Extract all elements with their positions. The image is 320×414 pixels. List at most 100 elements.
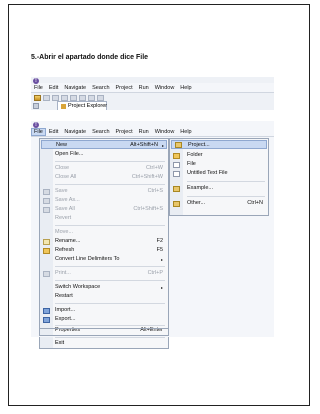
menu-project[interactable]: Project: [113, 129, 136, 135]
new-wizard-icon[interactable]: [34, 95, 41, 101]
rename-icon: [43, 239, 50, 245]
menu-item-print[interactable]: Print... Ctrl+P: [55, 269, 165, 278]
menu-item-label: Convert Line Delimiters To: [55, 256, 120, 262]
eclipse-window-screenshot-1: ! File Edit Navigate Search Project Run …: [31, 77, 274, 110]
menu-help[interactable]: Help: [177, 129, 194, 135]
submenu-arrow-icon: ▸: [160, 257, 163, 262]
menu-separator: [187, 196, 265, 197]
submenu-item-shortcut: Ctrl+N: [247, 200, 263, 206]
text-file-icon: [173, 171, 180, 177]
menu-search[interactable]: Search: [89, 85, 112, 91]
menu-item-save-all[interactable]: Save All Ctrl+Shift+S: [55, 205, 165, 214]
menu-project[interactable]: Project: [113, 85, 136, 91]
menu-search[interactable]: Search: [89, 129, 112, 135]
menu-item-new[interactable]: New Alt+Shift+N ▸: [41, 140, 167, 149]
submenu-item-label: Untitled Text File: [187, 170, 228, 176]
menu-help[interactable]: Help: [177, 85, 194, 91]
menu-item-label: Save As...: [55, 197, 80, 203]
menu-item-rename[interactable]: Rename... F2: [55, 237, 165, 246]
menu-item-label: Import...: [55, 307, 76, 313]
tab-project-explorer[interactable]: Project Explorer: [57, 101, 107, 110]
menu-window[interactable]: Window: [152, 85, 178, 91]
menu-run[interactable]: Run: [136, 85, 152, 91]
submenu-item-folder[interactable]: Folder: [187, 151, 265, 160]
menu-item-close[interactable]: Close Ctrl+W: [55, 164, 165, 173]
menu-navigate[interactable]: Navigate: [61, 129, 89, 135]
submenu-item-untitled-text-file[interactable]: Untitled Text File: [187, 169, 265, 178]
menu-item-save-as[interactable]: Save As...: [55, 196, 165, 205]
menu-item-label: Close: [55, 165, 70, 171]
menu-item-label: Print...: [55, 270, 71, 276]
submenu-item-project[interactable]: Project...: [171, 140, 267, 149]
menu-separator: [55, 280, 165, 281]
example-icon: [173, 186, 180, 192]
menu-item-revert[interactable]: Revert: [55, 214, 165, 223]
menu-navigate[interactable]: Navigate: [61, 85, 89, 91]
menu-item-shortcut: Ctrl+W: [146, 165, 163, 171]
menu-edit[interactable]: Edit: [46, 129, 61, 135]
menu-item-save[interactable]: Save Ctrl+S: [55, 187, 165, 196]
submenu-item-label: Project...: [188, 142, 210, 148]
submenu-item-file[interactable]: File: [187, 160, 265, 169]
menu-item-import[interactable]: Import...: [55, 306, 165, 315]
menu-item-label: Refresh: [55, 247, 75, 253]
eclipse-window-screenshot-2: ! File Edit Navigate Search Project Run …: [31, 121, 274, 337]
step-heading: 5.-Abrir el apartado donde dice File: [31, 54, 149, 61]
save-as-icon: [43, 198, 50, 204]
menu-gutter: [40, 139, 53, 335]
menu-item-label: Save All: [55, 206, 75, 212]
menu-item-label: Revert: [55, 215, 72, 221]
submenu-item-label: Folder: [187, 152, 203, 158]
menu-item-label: Switch Workspace: [55, 284, 101, 290]
menu-item-shortcut: Ctrl+Shift+W: [131, 174, 163, 180]
menu-separator: [55, 161, 165, 162]
menu-separator: [55, 266, 165, 267]
menu-item-label: Save: [55, 188, 68, 194]
menu-window[interactable]: Window: [152, 129, 178, 135]
menu-item-label: New: [56, 142, 68, 148]
submenu-item-example[interactable]: Example...: [187, 184, 265, 193]
submenu-item-label: File: [187, 161, 196, 167]
menu-run[interactable]: Run: [136, 129, 152, 135]
menu-item-export[interactable]: Export...: [55, 315, 165, 324]
menu-item-exit[interactable]: Exit: [55, 339, 165, 348]
menu-item-shortcut: Ctrl+S: [147, 188, 163, 194]
menu-item-shortcut: Ctrl+Shift+S: [133, 206, 163, 212]
menu-item-label: Export...: [55, 316, 76, 322]
menu-file[interactable]: File: [31, 127, 46, 136]
restore-icon[interactable]: [33, 103, 39, 109]
menu-item-open-file[interactable]: Open File...: [55, 150, 165, 159]
file-menu: New Alt+Shift+N ▸ Open File... Close Ctr…: [39, 138, 169, 336]
menu-separator: [55, 225, 165, 226]
other-wizard-icon: [173, 201, 180, 207]
menu-item-close-all[interactable]: Close All Ctrl+Shift+W: [55, 173, 165, 182]
menu-separator: [55, 184, 165, 185]
submenu-item-other[interactable]: Other... Ctrl+N: [187, 199, 265, 208]
save-all-icon: [43, 207, 50, 213]
eclipse-logo-icon: !: [33, 78, 39, 84]
menu-item-switch-workspace[interactable]: Switch Workspace ▸: [55, 283, 165, 292]
save-icon[interactable]: [43, 95, 50, 101]
submenu-item-label: Other...: [187, 200, 206, 206]
menu-edit[interactable]: Edit: [46, 85, 61, 91]
menu-bar: File Edit Navigate Search Project Run Wi…: [31, 83, 274, 93]
menu-item-refresh[interactable]: Refresh F5: [55, 246, 165, 255]
title-bar: !: [31, 77, 274, 84]
menu-item-move[interactable]: Move...: [55, 228, 165, 237]
menu-item-label: Move...: [55, 229, 74, 235]
file-menu-edge: [39, 328, 169, 329]
menu-item-shortcut: F2: [156, 238, 163, 244]
tab-label: Project Explorer: [68, 103, 108, 109]
menu-item-convert-line-delimiters[interactable]: Convert Line Delimiters To ▸: [55, 255, 165, 264]
title-bar: !: [31, 121, 274, 128]
import-icon: [43, 308, 50, 314]
file-menu-exit-area: Exit: [39, 337, 169, 349]
project-icon: [175, 142, 182, 148]
menu-bar: File Edit Navigate Search Project Run Wi…: [31, 127, 274, 137]
submenu-arrow-icon: ▸: [161, 143, 164, 148]
menu-item-label: Close All: [55, 174, 77, 180]
menu-item-restart[interactable]: Restart: [55, 292, 165, 301]
menu-separator: [187, 181, 265, 182]
menu-file[interactable]: File: [31, 85, 46, 91]
file-icon: [173, 162, 180, 168]
